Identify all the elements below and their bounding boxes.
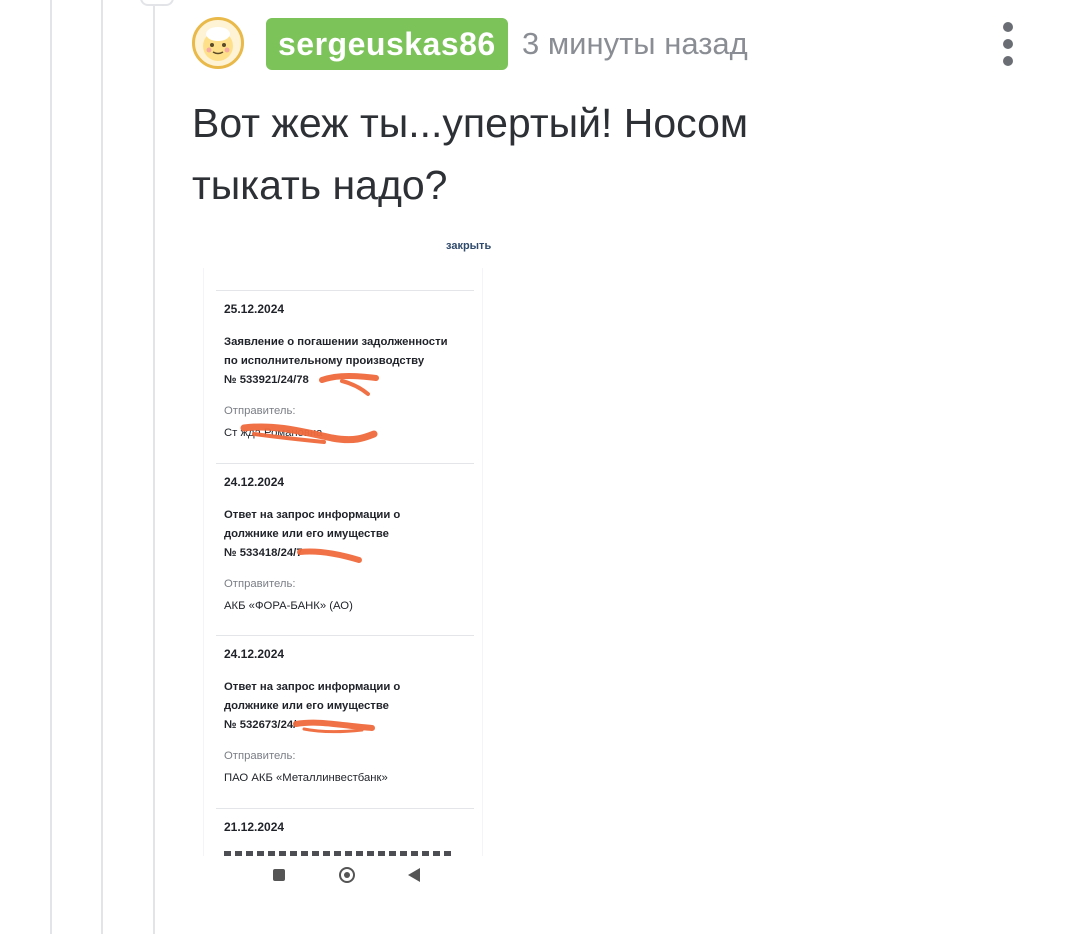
redaction-scribble [240,373,379,734]
vertical-ellipsis-icon[interactable] [996,22,1020,68]
thread-line-2 [101,0,103,934]
avatar[interactable] [192,17,244,69]
back-icon[interactable] [408,868,420,882]
thread-line-3 [153,0,155,934]
comment-timestamp: 3 минуты назад [522,26,748,61]
thread-line-1 [50,0,52,934]
recent-apps-icon[interactable] [273,869,285,881]
cartoon-face-avatar-icon [203,27,233,61]
android-nav-bar [192,858,494,894]
attached-screenshot[interactable]: 25.12.2024 Заявление о погашении задолже… [192,268,494,856]
thread-branch [140,0,174,6]
comment-text: Вот жеж ты...упертый! Носом тыкать надо? [192,100,749,208]
document-list: 25.12.2024 Заявление о погашении задолже… [204,268,482,856]
username-badge[interactable]: sergeuskas86 [266,18,508,70]
close-link[interactable]: закрыть [446,240,491,252]
home-icon[interactable] [339,867,355,883]
